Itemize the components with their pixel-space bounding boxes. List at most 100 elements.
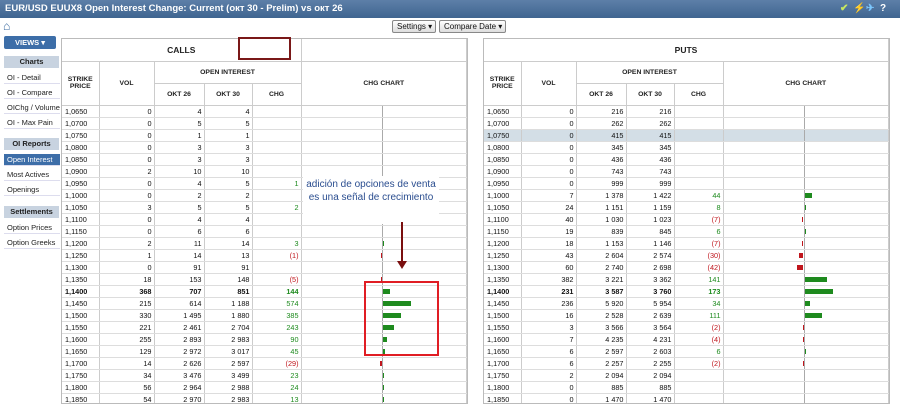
calls-header-chart: CHG CHART	[301, 61, 467, 106]
puts-chg-chart-cell	[723, 261, 889, 274]
calls-cell-okt30: 851	[204, 285, 253, 298]
calls-chart-axis	[381, 117, 383, 128]
settings-dropdown[interactable]: Settings ▾	[392, 20, 436, 33]
puts-chart-axis	[803, 261, 805, 272]
calls-cell-strike: 1,1650	[62, 345, 100, 358]
calls-cell-okt26: 5	[154, 117, 205, 130]
puts-chart-axis	[803, 381, 805, 392]
puts-chart-axis	[803, 357, 805, 368]
puts-cell-strike: 1,1600	[484, 333, 522, 346]
puts-cell-okt26: 5 920	[576, 297, 627, 310]
sidebar-item-most-actives[interactable]: Most Actives	[4, 169, 60, 181]
calls-chg-chart-cell	[301, 393, 467, 403]
puts-cell-vol: 24	[521, 201, 577, 214]
calls-cell-vol: 56	[99, 381, 155, 394]
twitter-icon[interactable]: ✈	[866, 0, 874, 18]
puts-cell-okt30: 3 362	[626, 273, 675, 286]
puts-chg-chart-cell	[723, 225, 889, 238]
compare-date-label: Compare Date	[444, 22, 497, 31]
puts-header-vol: VOL	[521, 61, 577, 106]
help-icon[interactable]: ?	[880, 0, 886, 18]
calls-highlight-box	[238, 37, 291, 60]
calls-cell-vol: 0	[99, 177, 155, 190]
puts-table-row: 1,0900 0 743 743	[484, 165, 889, 178]
puts-cell-okt26: 2 094	[576, 369, 627, 382]
puts-cell-strike: 1,1250	[484, 249, 522, 262]
calls-table-row: 1,0850 0 3 3	[62, 153, 467, 166]
calls-cell-okt26: 3 476	[154, 369, 205, 382]
puts-chart-axis	[803, 393, 805, 403]
puts-chart-axis	[803, 213, 805, 224]
calls-cell-okt30: 14	[204, 237, 253, 250]
calls-chg-bar	[380, 252, 382, 258]
check-icon[interactable]: ✔	[840, 0, 848, 18]
sidebar-item-oi-compare[interactable]: OI - Compare	[4, 87, 60, 99]
puts-cell-chg	[674, 153, 724, 166]
calls-chart-axis	[381, 357, 383, 368]
calls-cell-chg: 2	[252, 201, 302, 214]
sidebar-item-openings[interactable]: Openings	[4, 184, 60, 196]
calls-cell-chg	[252, 141, 302, 154]
calls-cell-chg: 45	[252, 345, 302, 358]
annotation-arrow	[401, 222, 403, 262]
puts-header-oi: OPEN INTEREST	[576, 61, 724, 84]
puts-cell-okt30: 2 574	[626, 249, 675, 262]
sidebar-item-oichg-volume[interactable]: OIChg / Volume	[4, 102, 60, 114]
puts-table-row: 1,1250 43 2 604 2 574 (30)	[484, 249, 889, 262]
calls-chart-axis	[381, 153, 383, 164]
calls-table-row: 1,1150 0 6 6	[62, 225, 467, 238]
puts-cell-chg: (42)	[674, 261, 724, 274]
sidebar-item-option-greeks[interactable]: Option Greeks	[4, 237, 60, 249]
sidebar-item-open-interest[interactable]: Open Interest	[4, 154, 60, 166]
puts-title: PUTS	[484, 39, 889, 62]
calls-cell-chg: 13	[252, 393, 302, 403]
puts-cell-okt30: 4 231	[626, 333, 675, 346]
calls-cell-vol: 0	[99, 129, 155, 142]
calls-chg-chart-cell	[301, 141, 467, 154]
calls-cell-chg	[252, 117, 302, 130]
puts-cell-vol: 16	[521, 309, 577, 322]
puts-chg-bar	[804, 288, 833, 294]
bolt-icon[interactable]: ⚡	[853, 0, 865, 18]
calls-chg-bar	[382, 396, 384, 402]
puts-cell-chg: 34	[674, 297, 724, 310]
sidebar-item-oi-max-pain[interactable]: OI - Max Pain	[4, 117, 60, 129]
calls-cell-vol: 2	[99, 237, 155, 250]
calls-cell-okt26: 2 893	[154, 333, 205, 346]
puts-table-row: 1,1300 60 2 740 2 698 (42)	[484, 261, 889, 274]
calls-cell-vol: 0	[99, 225, 155, 238]
calls-cell-okt30: 4	[204, 213, 253, 226]
puts-chg-chart-cell	[723, 297, 889, 310]
calls-table-row: 1,0750 0 1 1	[62, 129, 467, 142]
calls-chg-chart-cell	[301, 381, 467, 394]
calls-chg-bar	[380, 360, 382, 366]
puts-cell-strike: 1,1150	[484, 225, 522, 238]
puts-table-row: 1,0700 0 262 262	[484, 117, 889, 130]
puts-chg-bar	[804, 312, 823, 318]
calls-cell-vol: 14	[99, 357, 155, 370]
puts-table-row: 1,0750 0 415 415	[484, 129, 889, 142]
home-icon[interactable]: ⌂	[3, 20, 10, 32]
calls-chg-chart-cell	[301, 357, 467, 370]
puts-table-row: 1,1050 24 1 151 1 159 8	[484, 201, 889, 214]
calls-title-spacer	[301, 39, 467, 62]
compare-date-dropdown[interactable]: Compare Date ▾	[439, 20, 506, 33]
sidebar-item-option-prices[interactable]: Option Prices	[4, 222, 60, 234]
sidebar-item-oi-detail[interactable]: OI - Detail	[4, 72, 60, 84]
calls-cell-okt26: 2 970	[154, 393, 205, 403]
calls-cell-vol: 1	[99, 249, 155, 262]
calls-chart-axis	[381, 141, 383, 152]
calls-cell-strike: 1,1250	[62, 249, 100, 262]
puts-table-row: 1,1600 7 4 235 4 231 (4)	[484, 333, 889, 346]
views-button[interactable]: VIEWS ▾	[4, 36, 56, 49]
puts-chg-chart-cell	[723, 357, 889, 370]
calls-cell-okt30: 5	[204, 117, 253, 130]
calls-cell-okt30: 3 499	[204, 369, 253, 382]
calls-header-oi: OPEN INTEREST	[154, 61, 302, 84]
puts-cell-vol: 0	[521, 105, 577, 118]
puts-chart-axis	[803, 153, 805, 164]
puts-cell-okt30: 5 954	[626, 297, 675, 310]
puts-cell-vol: 2	[521, 369, 577, 382]
puts-header-chart: CHG CHART	[723, 61, 889, 106]
puts-cell-vol: 43	[521, 249, 577, 262]
